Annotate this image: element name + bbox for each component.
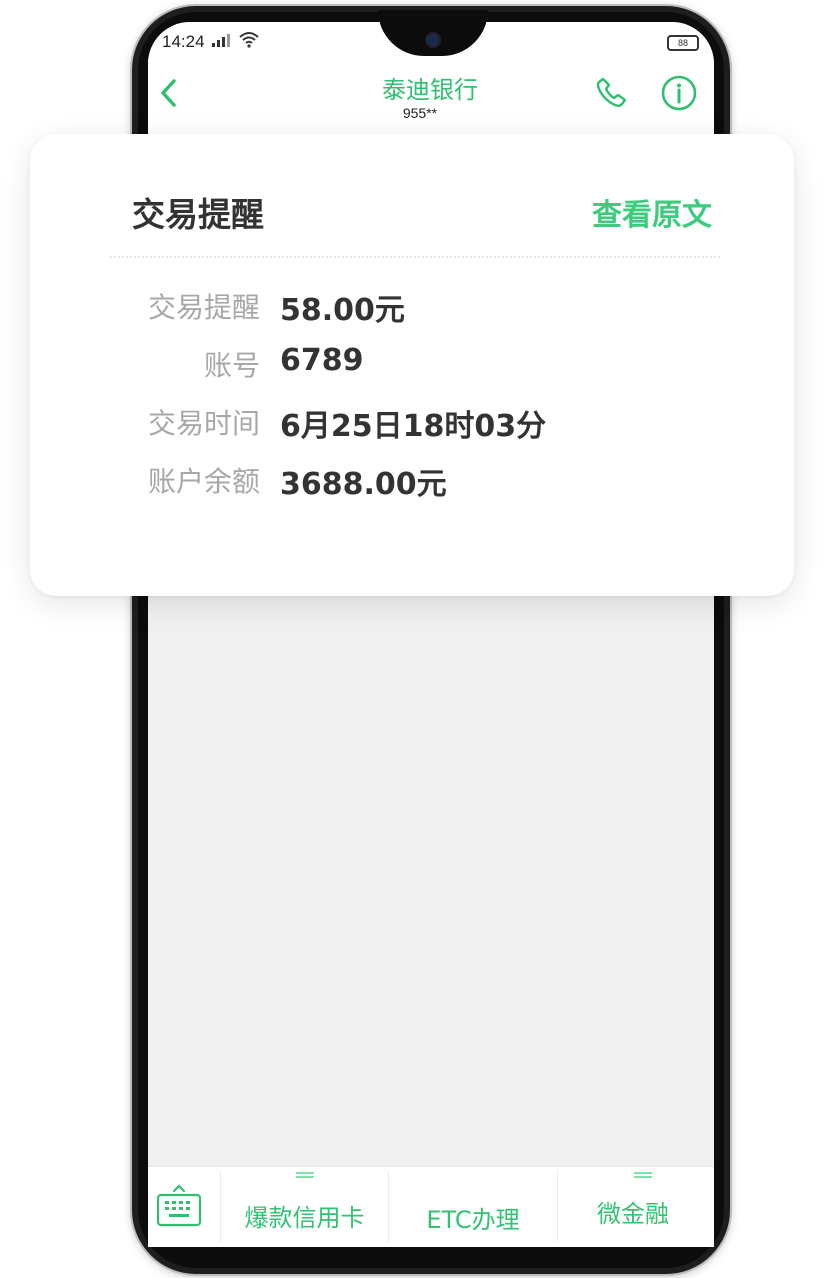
signal-icon [212,34,230,47]
menu-item-micro-finance[interactable]: 微金融 [558,1194,708,1229]
sender-name: 泰迪银行 [382,76,478,104]
field-label-amount: 交易提醒 [147,291,260,324]
submenu-indicator-icon [634,1172,652,1178]
phone-icon[interactable] [594,74,628,110]
front-camera [427,34,439,46]
field-value-amount: 58.00元 [280,293,405,328]
battery-icon: 88 [667,35,699,51]
field-label-time: 交易时间 [147,407,260,440]
status-time: 14:24 [162,32,205,51]
submenu-indicator-icon [296,1172,314,1178]
view-original-button[interactable]: 查看原文 [592,190,712,234]
card-title: 交易提醒 [132,195,264,234]
stage: 14:24 88 泰迪银行 955** 交易提醒 查看原文 交易提醒 58.00… [0,0,824,1278]
card-divider [110,256,720,258]
sender-number: 955** [402,105,438,121]
keyboard-icon[interactable] [155,1184,203,1230]
field-value-balance: 3688.00元 [280,467,447,502]
field-label-balance: 账户余额 [147,465,260,498]
back-icon[interactable] [158,76,180,110]
wifi-icon [239,32,259,48]
field-value-account: 6789 [280,343,364,378]
field-value-time: 6月25日18时03分 [280,409,547,444]
field-label-account: 账号 [203,349,260,382]
menu-item-credit-card[interactable]: 爆款信用卡 [221,1198,388,1233]
menu-item-etc[interactable]: ETC办理 [389,1200,557,1235]
info-icon[interactable] [660,74,698,112]
